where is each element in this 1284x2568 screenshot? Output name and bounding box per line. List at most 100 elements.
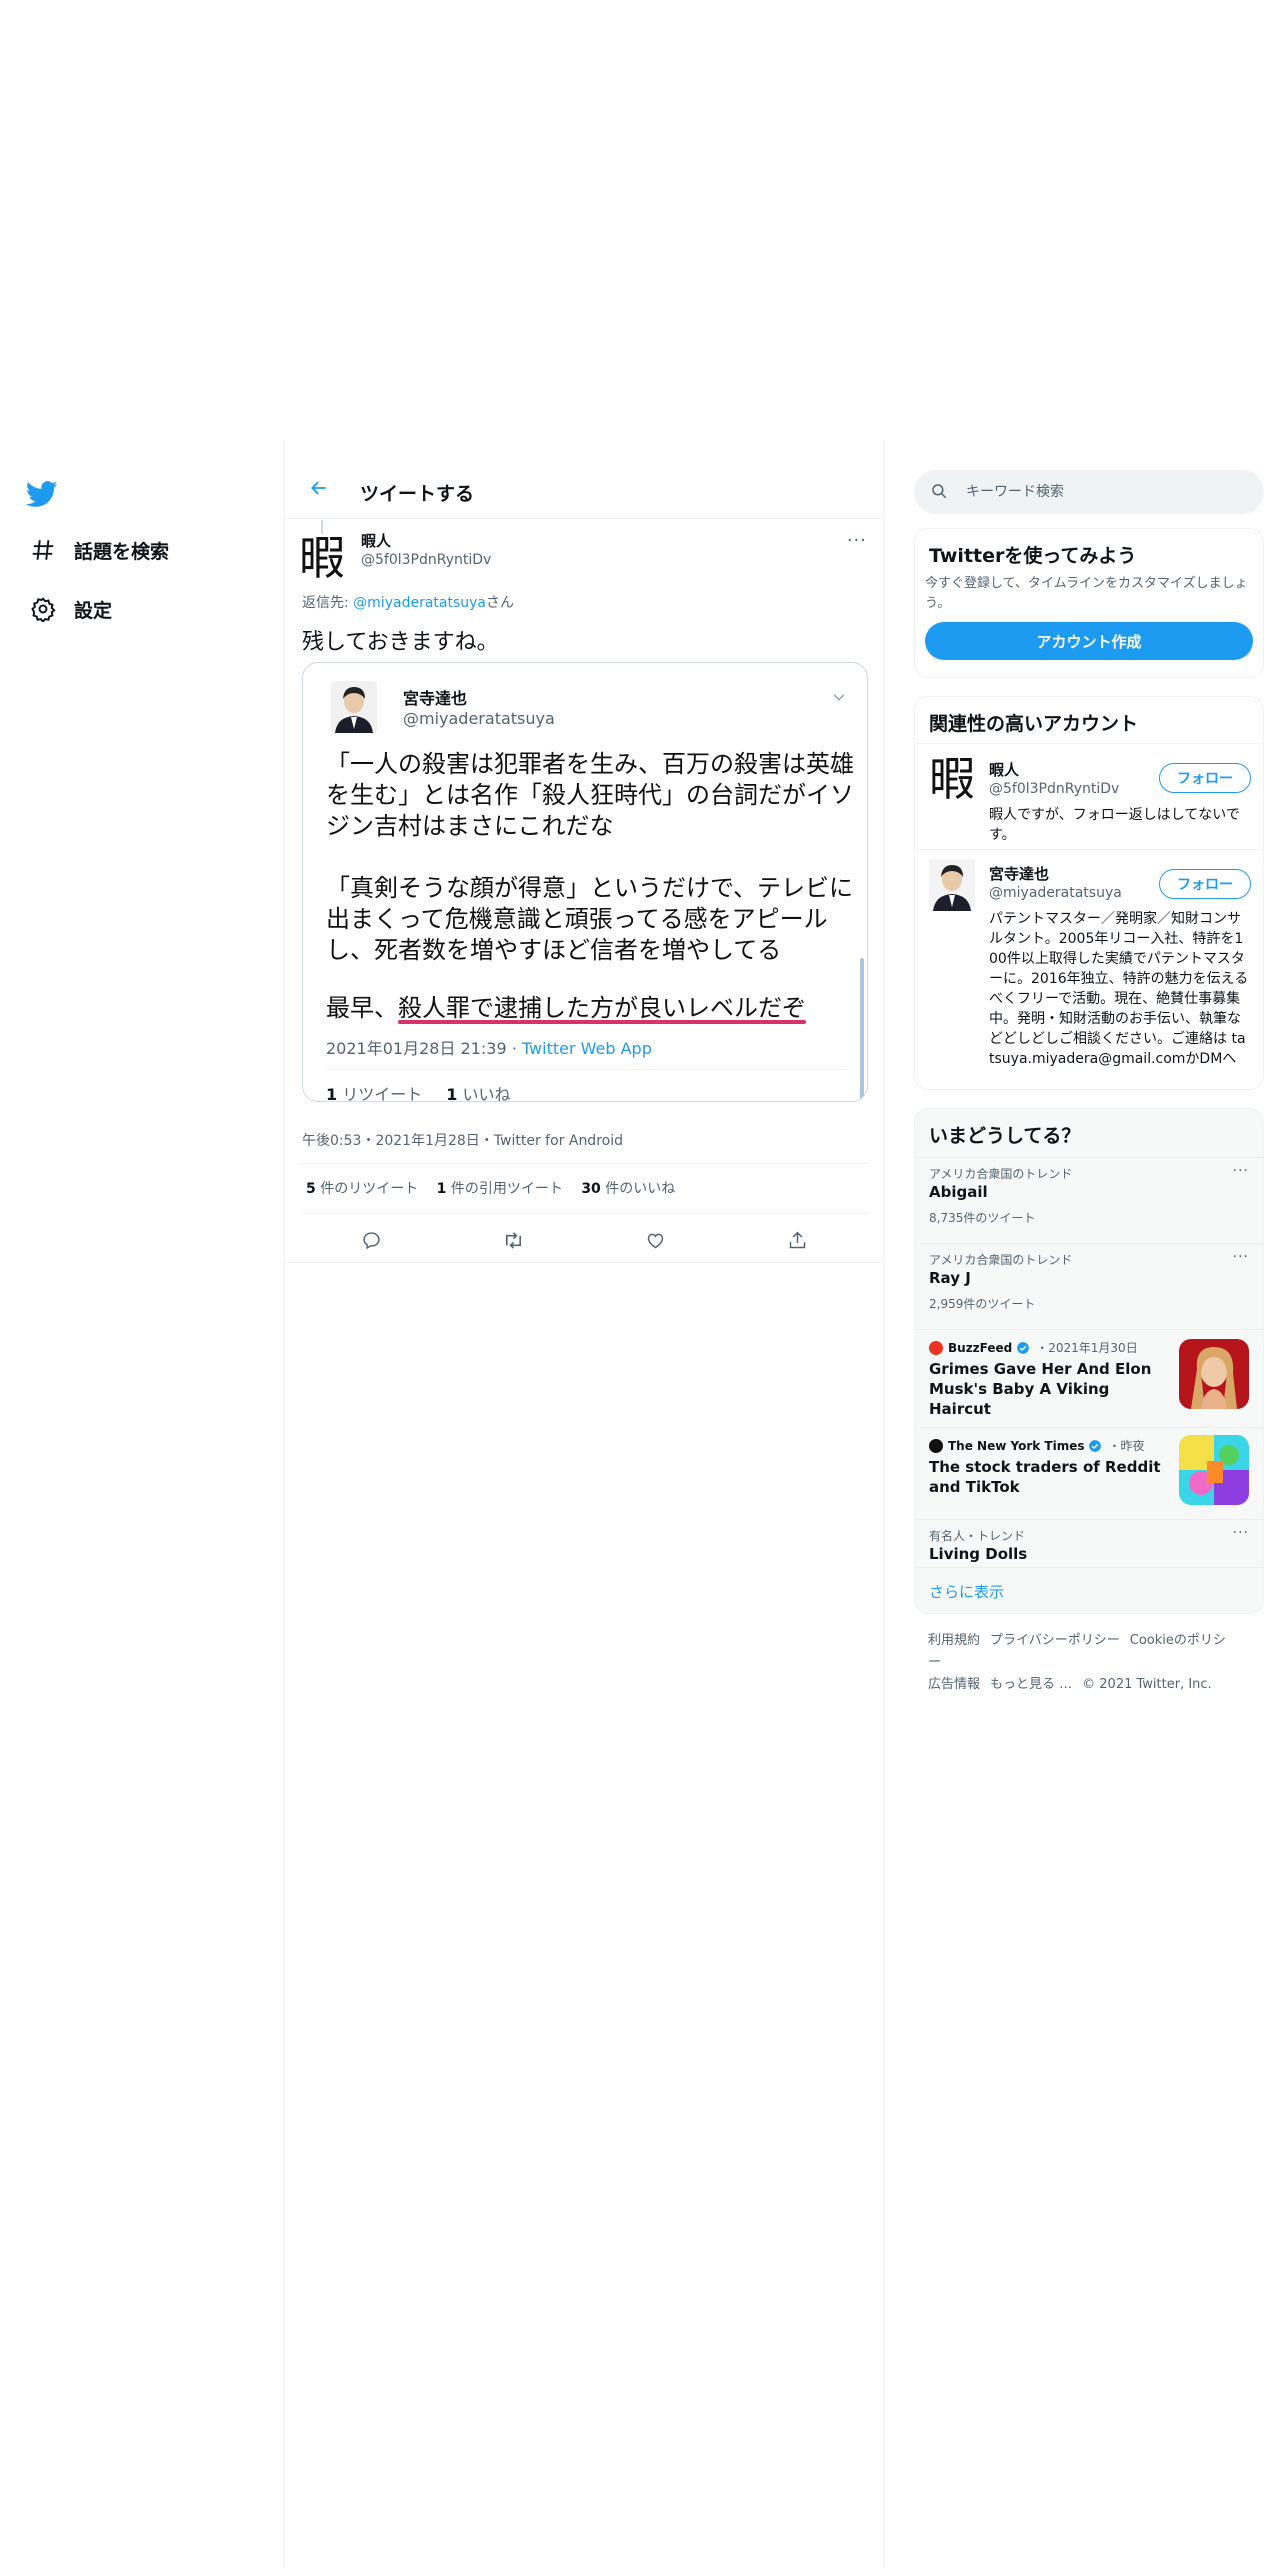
quote-count: 1: [436, 1181, 447, 1197]
trends-title: いまどうしてる？: [929, 1125, 1081, 1147]
author-name[interactable]: 暇人: [361, 530, 391, 551]
more-options-icon[interactable]: ···: [847, 530, 867, 551]
signup-title: Twitterを使ってみよう: [929, 545, 1137, 567]
trend-context: 有名人・トレンド: [929, 1529, 1026, 1543]
news-time: ・2021年1月30日: [1036, 1341, 1138, 1355]
trend-item[interactable]: 有名人・トレンド Living Dolls ···: [915, 1525, 1263, 1571]
like-icon[interactable]: [643, 1228, 667, 1252]
back-button[interactable]: [303, 472, 335, 504]
trend-name: Ray J: [929, 1269, 971, 1287]
verified-badge-icon: [1089, 1439, 1102, 1452]
quoted-tweet-date: 2021年01月28日 21:39 ·: [326, 1039, 522, 1058]
relevant-accounts-panel: 関連性の高いアカウント 暇 暇人 @5f0l3PdnRyntiDv フォロー 暇…: [914, 696, 1264, 1090]
avatar[interactable]: 暇: [929, 753, 975, 805]
footer-link[interactable]: 利用規約: [928, 1633, 980, 1648]
news-time: ・昨夜: [1108, 1439, 1145, 1453]
show-more-link[interactable]: さらに表示: [929, 1581, 1004, 1602]
news-title: The stock traders of Reddit and TikTok: [929, 1458, 1161, 1496]
likes-link[interactable]: 30 件のいいね: [581, 1181, 675, 1197]
avatar[interactable]: [929, 859, 975, 911]
divider: [915, 1567, 1263, 1568]
trend-context: アメリカ合衆国のトレンド: [929, 1253, 1073, 1267]
account-bio: パテントマスター／発明家／知財コンサルタント。2005年リコー入社、特許を100…: [989, 911, 1249, 1067]
underlined-phrase: 殺人罪で逮捕した方が良いレベルだぞ: [398, 994, 806, 1022]
quoted-like-count: 1: [446, 1085, 458, 1102]
tweet-actions: [285, 1224, 885, 1256]
footer-link[interactable]: もっと見る …: [990, 1677, 1072, 1692]
quoted-tweet-stats: 1 リツイート 1 いいね: [326, 1081, 511, 1102]
quoted-scrollbar: [860, 958, 864, 1101]
quoted-tweet-body: 「一人の殺害は犯罪者を生み、百万の殺害は英雄を生む」とは名作「殺人狂時代」の台詞…: [326, 749, 856, 997]
divider: [301, 1213, 869, 1214]
twitter-logo-icon[interactable]: [25, 478, 62, 514]
tweet-text: 残しておきますね。: [302, 630, 499, 655]
reply-mention-link[interactable]: @miyaderatatsuya: [353, 595, 486, 611]
quoted-tweet-image[interactable]: 宮寺達也 @miyaderatatsuya 「一人の殺害は犯罪者を生み、百万の殺…: [302, 662, 868, 1102]
more-options-icon[interactable]: ···: [1233, 1249, 1249, 1265]
share-icon[interactable]: [785, 1228, 809, 1252]
quoted-author-avatar: [331, 681, 377, 733]
retweet-icon[interactable]: [501, 1228, 525, 1252]
footer-link[interactable]: 広告情報: [928, 1677, 980, 1692]
trends-panel: いまどうしてる？ アメリカ合衆国のトレンド Abigail 8,735件のツイー…: [914, 1108, 1264, 1614]
left-navigation: 話題を検索 設定: [0, 440, 284, 2568]
news-source: BuzzFeed ・2021年1月30日: [929, 1339, 1138, 1356]
tweet-timestamp[interactable]: 午後0:53・2021年1月28日・Twitter for Android: [302, 1130, 623, 1150]
news-source: The New York Times ・昨夜: [929, 1437, 1145, 1454]
account-name[interactable]: 暇人: [989, 759, 1019, 780]
quoted-author-handle: @miyaderatatsuya: [403, 709, 555, 728]
quoted-author-name: 宮寺達也: [403, 689, 468, 708]
chevron-down-icon: [831, 689, 849, 707]
more-options-icon[interactable]: ···: [1233, 1163, 1249, 1179]
search-input[interactable]: [964, 483, 1248, 501]
account-handle[interactable]: @miyaderatatsuya: [989, 885, 1122, 901]
quoted-retweet-label: リツイート: [337, 1085, 423, 1102]
trend-context: アメリカ合衆国のトレンド: [929, 1167, 1073, 1181]
hashtag-icon: [28, 535, 58, 565]
retweet-count: 5: [306, 1181, 316, 1197]
avatar[interactable]: 暇: [299, 532, 347, 584]
header-divider: [285, 518, 883, 519]
quoted-paragraph-2: 「真剣そうな顔が得意」というだけで、テレビに出まくって危機意識と頑張ってる感をア…: [326, 874, 854, 964]
reply-to-suffix: さん: [486, 595, 514, 611]
author-handle[interactable]: @5f0l3PdnRyntiDv: [361, 552, 491, 568]
account-handle[interactable]: @5f0l3PdnRyntiDv: [989, 781, 1119, 797]
buzzfeed-logo-icon: [929, 1340, 943, 1355]
create-account-button[interactable]: アカウント作成: [925, 622, 1253, 660]
page-title: ツイートする: [360, 483, 475, 505]
gear-icon: [28, 594, 58, 624]
trend-name: Living Dolls: [929, 1545, 1028, 1563]
reply-icon[interactable]: [359, 1228, 383, 1252]
retweets-link[interactable]: 5 件のリツイート: [306, 1181, 418, 1197]
reply-to-line: 返信先: @miyaderatatsuyaさん: [302, 592, 514, 612]
quotes-link[interactable]: 1 件の引用ツイート: [437, 1181, 563, 1197]
footer-link[interactable]: プライバシーポリシー: [990, 1633, 1120, 1648]
trend-count: 2,959件のツイート: [929, 1297, 1036, 1311]
account-name[interactable]: 宮寺達也: [989, 863, 1049, 884]
nav-explore-label: 話題を検索: [74, 540, 170, 563]
news-item[interactable]: The New York Times ・昨夜 The stock traders…: [915, 1435, 1263, 1519]
footer-links: 利用規約 プライバシーポリシー Cookieのポリシー 広告情報 もっと見る … © 2…: [928, 1630, 1248, 1696]
more-options-icon[interactable]: ···: [1233, 1525, 1249, 1541]
quoted-tweet-meta: 2021年01月28日 21:39 · Twitter Web App: [326, 1035, 652, 1059]
retweet-label: 件のリツイート: [315, 1181, 419, 1197]
tweet-detail-column: ツイートする 暇 暇人 @5f0l3PdnRyntiDv ··· 返信先: @m…: [284, 440, 884, 2568]
follow-button[interactable]: フォロー: [1159, 869, 1251, 899]
search-icon: [930, 482, 950, 502]
divider: [915, 1329, 1263, 1330]
divider: [915, 1243, 1263, 1244]
nav-settings[interactable]: 設定: [28, 589, 112, 629]
trend-item[interactable]: アメリカ合衆国のトレンド Ray J 2,959件のツイート ···: [915, 1249, 1263, 1335]
blank-top-area: [0, 0, 1284, 440]
search-bar[interactable]: [914, 470, 1264, 514]
news-item[interactable]: BuzzFeed ・2021年1月30日 Grimes Gave Her And…: [915, 1337, 1263, 1425]
news-thumbnail: [1179, 1435, 1249, 1505]
quoted-divider: [326, 1069, 846, 1070]
news-thumbnail: [1179, 1339, 1249, 1409]
quoted-like-label: いいね: [457, 1085, 511, 1102]
trend-item[interactable]: アメリカ合衆国のトレンド Abigail 8,735件のツイート ···: [915, 1163, 1263, 1249]
nav-explore[interactable]: 話題を検索: [28, 530, 169, 570]
quoted-paragraph-3: 最早、殺人罪で逮捕した方が良いレベルだぞ: [326, 993, 806, 1024]
trend-name: Abigail: [929, 1183, 988, 1201]
follow-button[interactable]: フォロー: [1159, 763, 1251, 793]
